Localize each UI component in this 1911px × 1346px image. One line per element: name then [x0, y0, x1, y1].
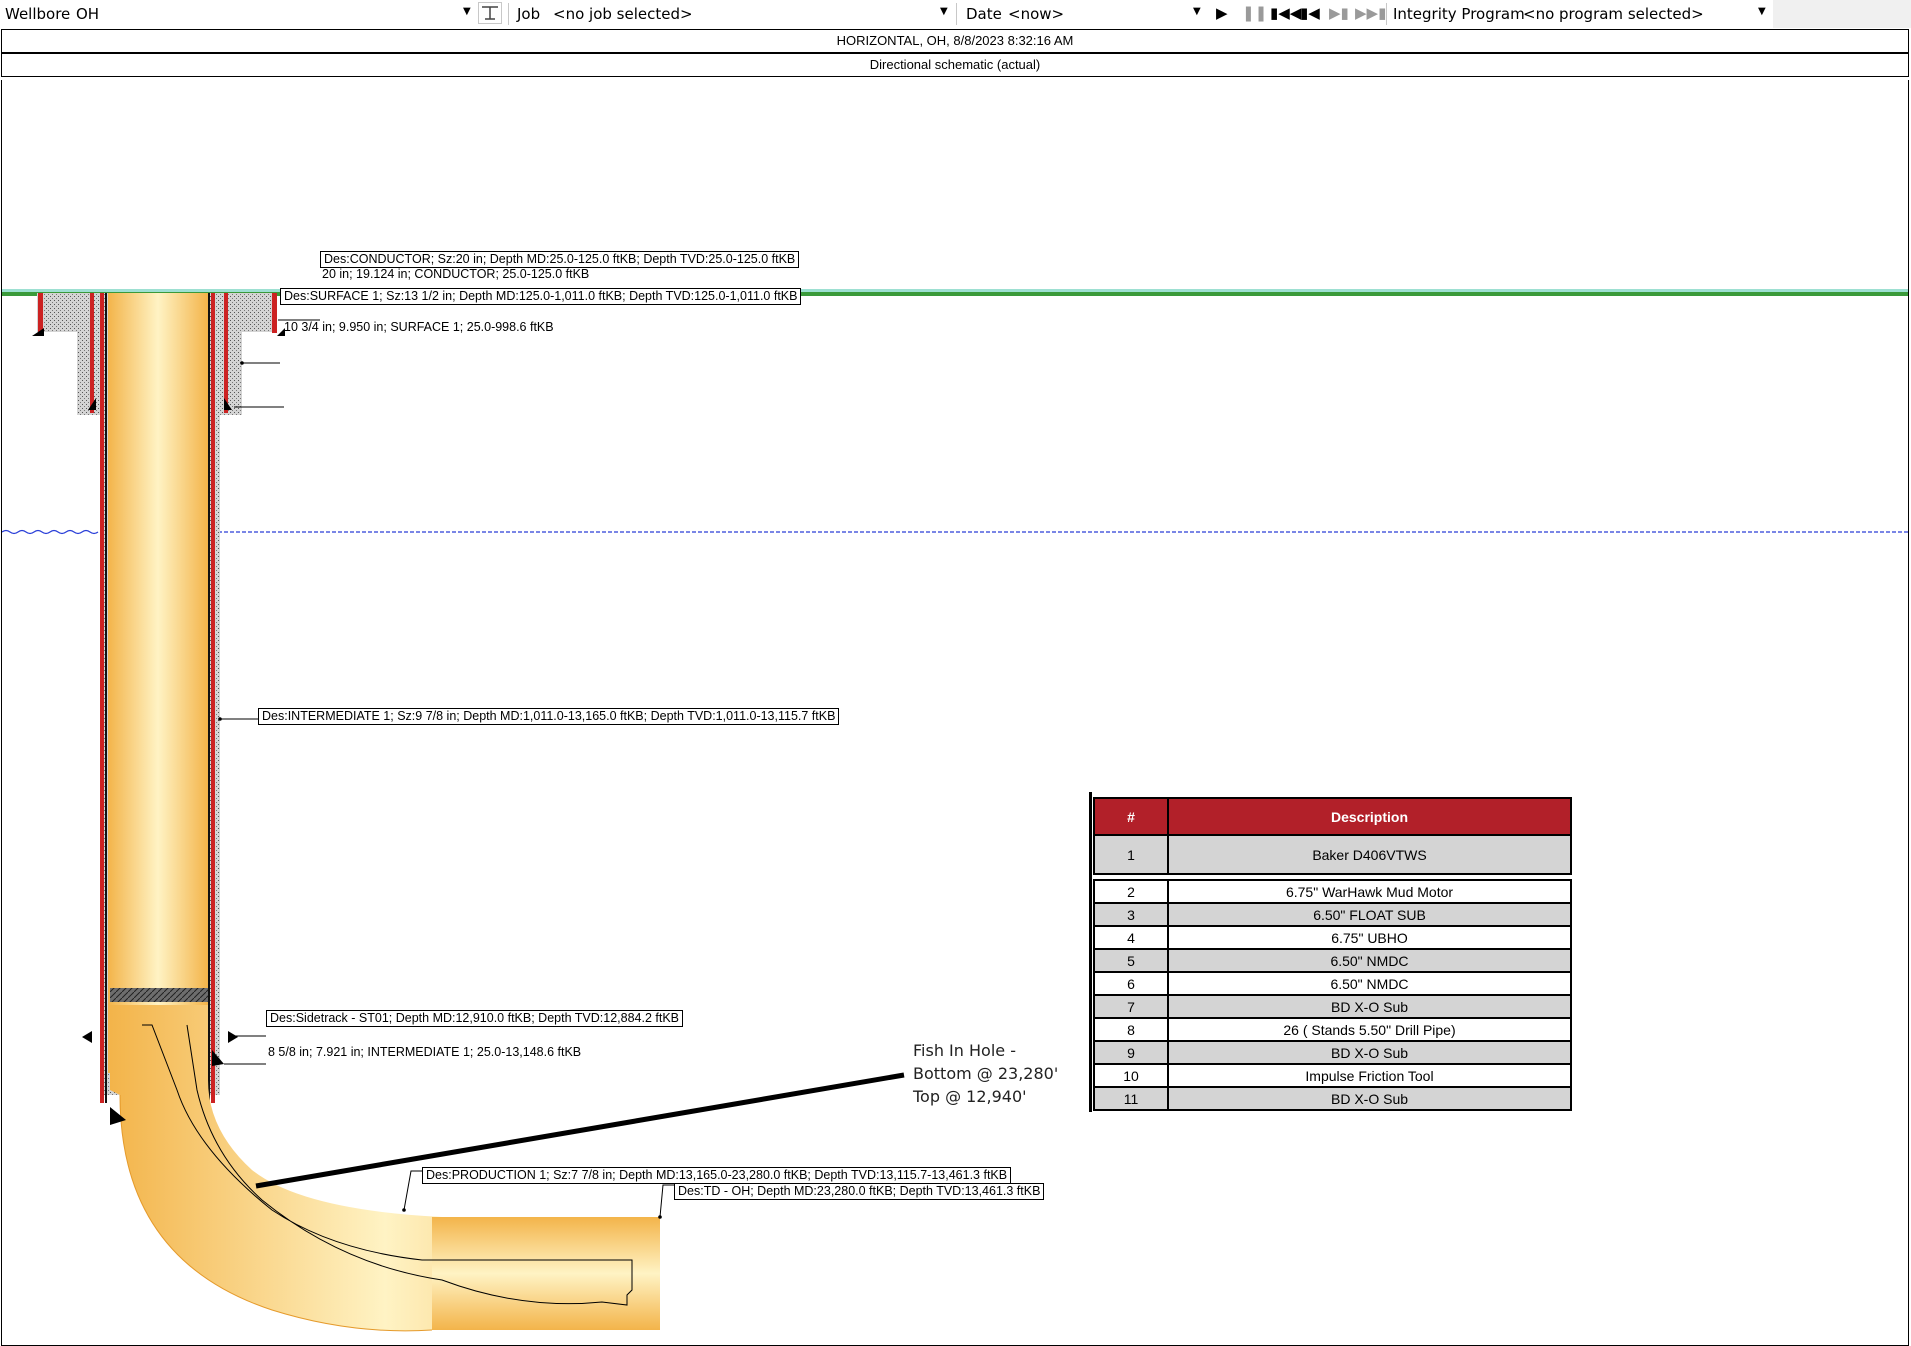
- bha-table: # Description 1 Baker D406VTWS 2 6.75" W…: [1093, 797, 1572, 1111]
- table-row: 7 BD X-O Sub: [1093, 994, 1572, 1019]
- fish-annotation: Fish In Hole - Bottom @ 23,280' Top @ 12…: [913, 1039, 1058, 1108]
- wellbore-tool-button[interactable]: [478, 2, 502, 24]
- intermediate-size-label: 8 5/8 in; 7.921 in; INTERMEDIATE 1; 25.0…: [268, 1045, 582, 1059]
- conductor-size-label: 20 in; 19.124 in; CONDUCTOR; 25.0-125.0 …: [322, 267, 590, 281]
- integrity-program-dropdown-icon[interactable]: ▼: [1758, 6, 1766, 17]
- conductor-casing-left: [38, 293, 43, 333]
- toolbar-separator: [508, 3, 509, 25]
- date-select[interactable]: <now>: [1008, 5, 1064, 23]
- toolbar: Wellbore OH ▼ Job <no job selected> ▼ Da…: [0, 0, 1911, 28]
- schematic-title: HORIZONTAL, OH, 8/8/2023 8:32:16 AM: [1, 29, 1909, 53]
- intermediate-casing-left: [100, 293, 104, 1103]
- wellbore-select[interactable]: OH: [76, 5, 99, 23]
- toolbar-separator: [956, 3, 957, 25]
- integrity-program-select[interactable]: <no program selected>: [1523, 5, 1704, 23]
- job-select[interactable]: <no job selected>: [553, 5, 693, 23]
- table-row: 10 Impulse Friction Tool: [1093, 1063, 1572, 1088]
- job-label: Job: [517, 5, 541, 23]
- wellbore-label: Wellbore: [5, 5, 71, 23]
- surface-casing-left: [90, 293, 94, 413]
- wellbore-vertical: [108, 293, 208, 1073]
- date-dropdown-icon[interactable]: ▼: [1193, 6, 1201, 17]
- job-dropdown-icon[interactable]: ▼: [940, 6, 948, 17]
- table-row: 6 6.50" NMDC: [1093, 971, 1572, 996]
- table-left-bar: [1089, 792, 1092, 1112]
- table-row: 1 Baker D406VTWS: [1093, 834, 1572, 875]
- table-row: 9 BD X-O Sub: [1093, 1040, 1572, 1065]
- conductor-label: Des:CONDUCTOR; Sz:20 in; Depth MD:25.0-1…: [320, 251, 800, 268]
- sidetrack-marker-left: [82, 1031, 92, 1043]
- table-header-description: Description: [1167, 797, 1572, 836]
- integrity-program-label: Integrity Program: [1393, 5, 1525, 23]
- table-row: 4 6.75" UBHO: [1093, 925, 1572, 950]
- pause-icon[interactable]: ❚❚: [1242, 4, 1267, 22]
- intermediate-casing-right: [211, 293, 215, 1103]
- wellbore-tool-icon: [482, 6, 498, 20]
- toolbar-separator: [1386, 3, 1387, 25]
- water-line: [2, 529, 99, 535]
- table-row: 3 6.50" FLOAT SUB: [1093, 902, 1572, 927]
- surface-casing-right: [224, 293, 228, 413]
- conductor-casing-right: [272, 293, 277, 333]
- surface-size-label: 10 3/4 in; 9.950 in; SURFACE 1; 25.0-998…: [284, 320, 554, 334]
- sidetrack-marker-right: [228, 1031, 238, 1043]
- previous-frame-icon[interactable]: ▮◀: [1300, 4, 1320, 22]
- next-frame-icon[interactable]: ▶▮: [1329, 4, 1349, 22]
- play-icon[interactable]: ▶: [1216, 4, 1228, 22]
- intermediate-label: Des:INTERMEDIATE 1; Sz:9 7/8 in; Depth M…: [258, 708, 840, 725]
- table-row: 5 6.50" NMDC: [1093, 948, 1572, 973]
- date-label: Date: [966, 5, 1002, 23]
- intermediate-casing-inner-right: [208, 293, 210, 1103]
- label-leader-lines: [220, 319, 674, 1218]
- last-frame-icon[interactable]: ▶▶▮: [1355, 4, 1386, 22]
- table-row: 11 BD X-O Sub: [1093, 1086, 1572, 1111]
- wellbore-horizontal: [432, 1217, 660, 1330]
- fish-annotation-line3: Top @ 12,940': [913, 1087, 1027, 1106]
- sidetrack-label: Des:Sidetrack - ST01; Depth MD:12,910.0 …: [266, 1010, 684, 1027]
- toolbar-empty-area: [1773, 0, 1911, 28]
- first-frame-icon[interactable]: ▮◀◀: [1270, 4, 1301, 22]
- fish-annotation-line2: Bottom @ 23,280': [913, 1064, 1059, 1083]
- schematic-canvas: Des:CONDUCTOR; Sz:20 in; Depth MD:25.0-1…: [1, 80, 1909, 1346]
- sidetrack-plug: [110, 988, 208, 1002]
- wellbore-dropdown-icon[interactable]: ▼: [463, 6, 471, 17]
- table-header-number: #: [1093, 797, 1169, 836]
- table-row: 8 26 ( Stands 5.50" Drill Pipe): [1093, 1017, 1572, 1042]
- intermediate-casing-inner-left: [105, 293, 107, 1103]
- schematic-subtitle: Directional schematic (actual): [1, 53, 1909, 77]
- surface-label: Des:SURFACE 1; Sz:13 1/2 in; Depth MD:12…: [280, 288, 802, 305]
- td-label: Des:TD - OH; Depth MD:23,280.0 ftKB; Dep…: [674, 1183, 1045, 1200]
- table-row: 2 6.75" WarHawk Mud Motor: [1093, 879, 1572, 904]
- production-label: Des:PRODUCTION 1; Sz:7 7/8 in; Depth MD:…: [422, 1167, 1012, 1184]
- fish-annotation-line1: Fish In Hole -: [913, 1041, 1016, 1060]
